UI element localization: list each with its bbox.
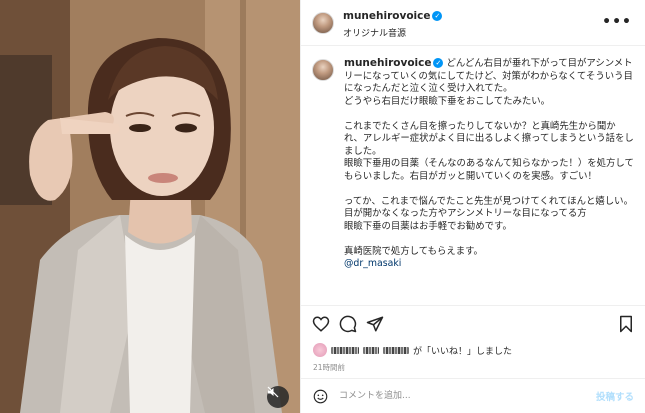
post-header: munehirovoice ✓ オリジナル音源 ••• [301, 0, 645, 46]
comment-input[interactable] [339, 388, 579, 404]
caption-line: 真崎医院で処方してもらえます。 [344, 245, 483, 257]
caption-section: munehirovoice ✓ どんどん右目が垂れ下がって目がアシンメトリーになっ… [301, 46, 645, 306]
caption-line: これまでたくさん目を擦ったりしてないか？と真崎先生から聞かれ、アレルギー症状がよ… [344, 120, 634, 157]
caption-text: munehirovoice ✓ どんどん右目が垂れ下がって目がアシンメトリーになっ… [344, 57, 634, 271]
comment-bar: 投稿する [301, 378, 645, 413]
likes-text: が「いいね！」しました [413, 346, 513, 357]
username-link[interactable]: munehirovoice [343, 10, 430, 22]
heart-icon[interactable] [312, 315, 330, 333]
post-timestamp[interactable]: 21時間前 [313, 362, 345, 373]
avatar[interactable] [312, 59, 334, 81]
post-author[interactable]: munehirovoice ✓ [343, 10, 443, 22]
caption-username[interactable]: munehirovoice [344, 57, 431, 69]
more-horizontal-icon: ••• [602, 14, 632, 30]
more-options-button[interactable]: ••• [602, 14, 632, 30]
caption-line: ってか、これまで悩んでたこと先生が見つけてくれてほんと嬉しい。 [344, 195, 633, 207]
likes-summary[interactable]: が「いいね！」しました [313, 343, 512, 357]
caption-line: 眼瞼下垂用の目薬（そんなのあるなんて知らなかった！）を処方してもらいました。右目… [344, 158, 634, 182]
mute-button[interactable] [267, 386, 289, 408]
caption-line: 眼瞼下垂の目薬はお手軽でお勧めです。 [344, 220, 512, 232]
comment-icon[interactable] [339, 315, 357, 333]
redacted-username [331, 346, 359, 354]
redacted-username [383, 346, 409, 354]
bookmark-icon[interactable] [617, 315, 635, 333]
avatar [313, 343, 327, 357]
speaker-muted-icon [267, 386, 279, 398]
avatar[interactable] [312, 12, 334, 34]
caption-line: 目が開かなくなった方やアシンメトリーな目になってる方 [344, 208, 587, 219]
post-media[interactable] [0, 0, 300, 413]
mention-link[interactable]: @dr_masaki [344, 258, 634, 271]
post-comment-button[interactable]: 投稿する [596, 389, 634, 403]
verified-badge-icon: ✓ [433, 58, 444, 68]
redacted-username [363, 346, 379, 354]
post-photo [0, 0, 300, 413]
post-detail-panel: munehirovoice ✓ オリジナル音源 ••• munehirovoice… [300, 0, 645, 413]
verified-badge-icon: ✓ [432, 11, 443, 21]
smiley-icon[interactable] [313, 389, 328, 404]
send-icon[interactable] [366, 315, 384, 333]
audio-link[interactable]: オリジナル音源 [343, 26, 406, 39]
caption-line: どうやら右目だけ眼瞼下垂をおこしてたみたい。 [344, 95, 550, 107]
action-bar [301, 308, 645, 342]
